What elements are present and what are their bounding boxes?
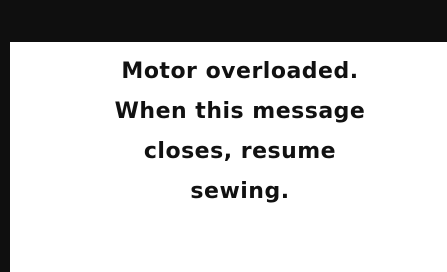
message-line-2: When this message xyxy=(114,99,366,124)
message-dialog: Motor overloaded. When this message clos… xyxy=(0,0,447,272)
warning-message: Motor overloaded. When this message clos… xyxy=(70,52,410,212)
dialog-body: Motor overloaded. When this message clos… xyxy=(0,42,447,272)
dialog-title-bar xyxy=(0,0,447,42)
message-line-3: closes, resume xyxy=(143,139,337,164)
message-line-1: Motor overloaded. xyxy=(121,59,359,84)
message-line-4: sewing. xyxy=(190,179,290,204)
